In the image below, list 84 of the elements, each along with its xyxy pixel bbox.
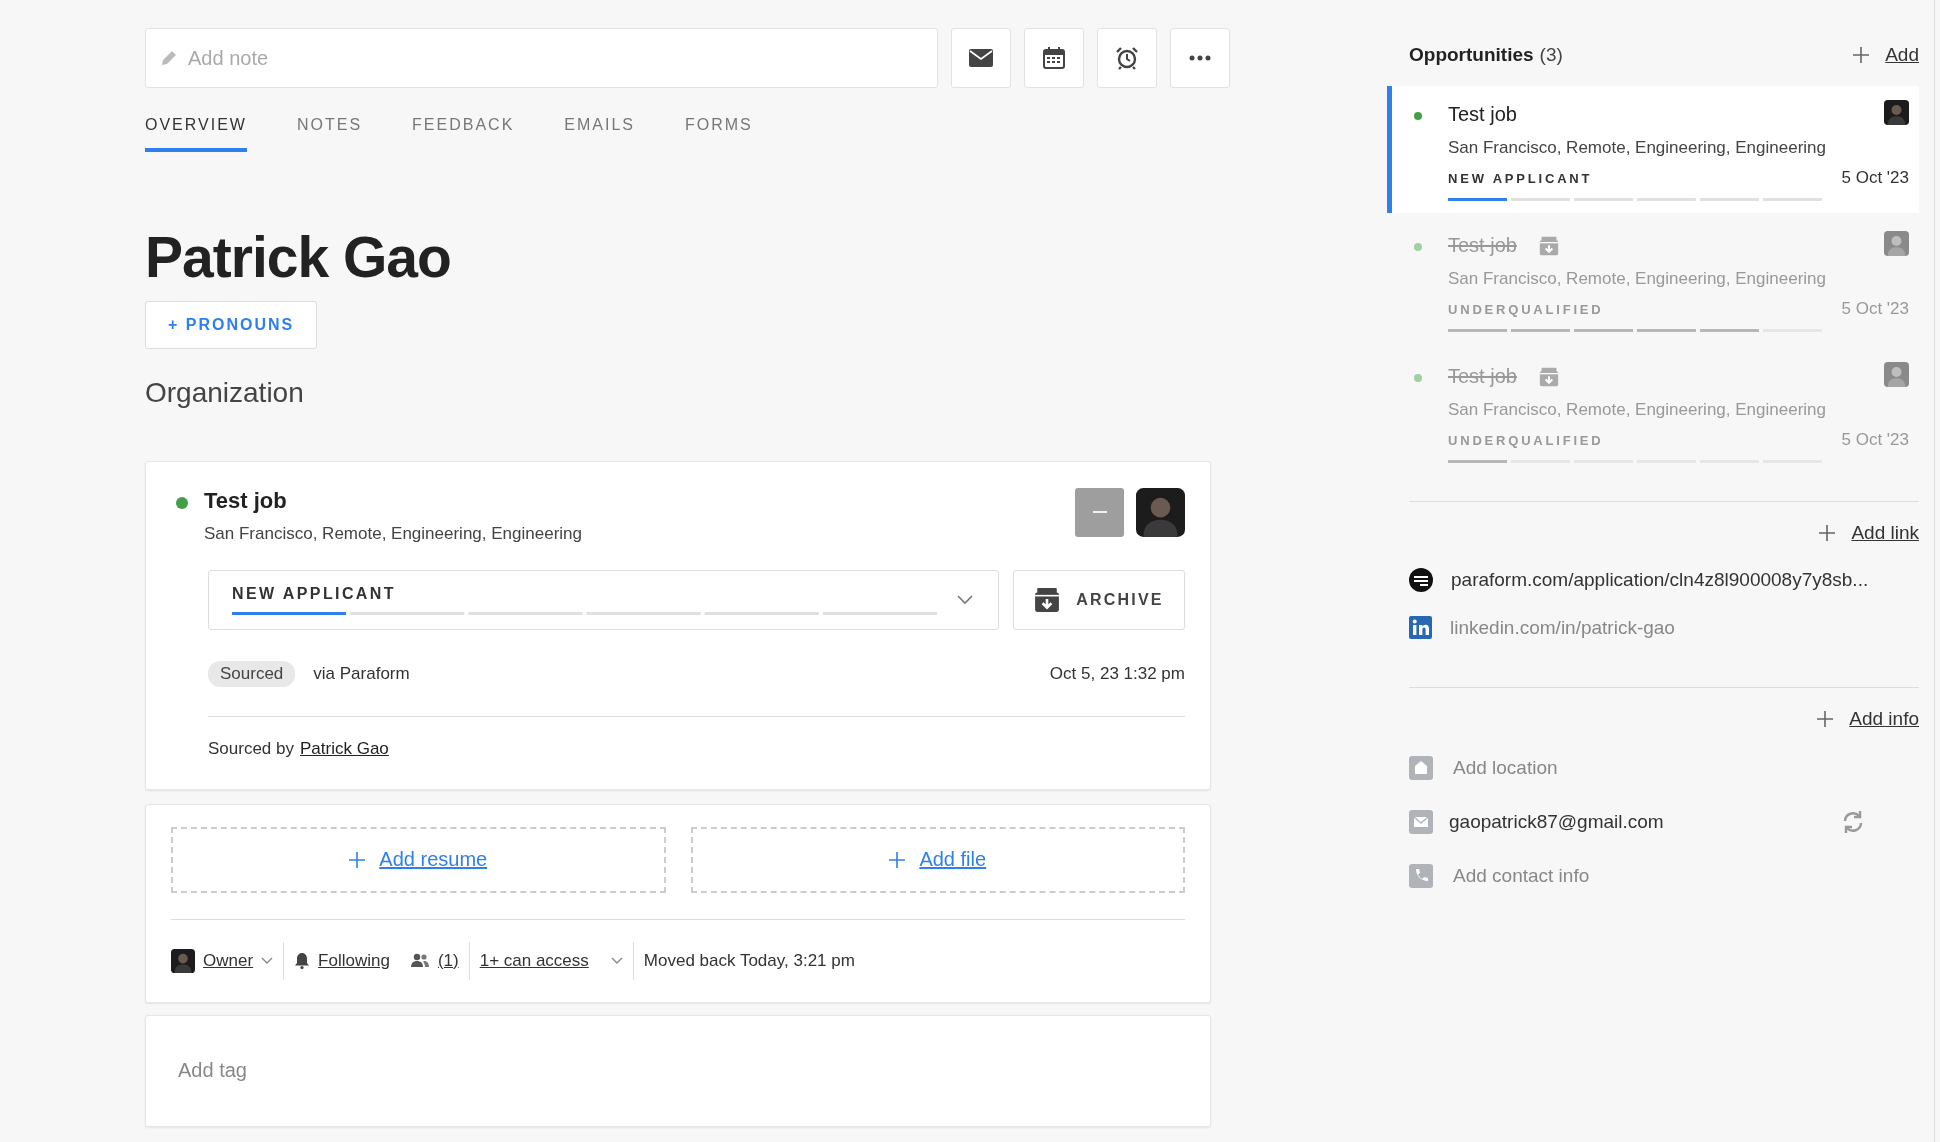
sourced-by-label: Sourced by — [208, 738, 294, 759]
archive-box-icon — [1538, 366, 1559, 387]
add-resume-link[interactable]: Add resume — [379, 848, 488, 872]
opportunity-date: 5 Oct '23 — [1841, 168, 1909, 188]
opportunities-count: (3) — [1539, 44, 1563, 66]
note-field[interactable]: Add note — [145, 28, 938, 88]
avatar-photo — [171, 948, 195, 973]
opportunity-stage: UNDERQUALIFIED — [1448, 302, 1604, 317]
status-dot — [1414, 374, 1422, 382]
bell-icon — [294, 952, 311, 970]
archive-button[interactable]: ARCHIVE — [1013, 569, 1185, 630]
opportunity-stage: UNDERQUALIFIED — [1448, 433, 1604, 448]
followers-count[interactable]: (1) — [437, 950, 459, 971]
mail-icon — [969, 49, 993, 67]
plus-icon — [1819, 525, 1836, 541]
alarm-clock-icon — [1115, 46, 1139, 70]
opportunity-date: 5 Oct '23 — [1841, 299, 1909, 319]
pronouns-button[interactable]: + PRONOUNS — [145, 300, 318, 349]
applied-date: Oct 5, 23 1:32 pm — [1049, 663, 1185, 684]
status-dot — [1414, 243, 1422, 251]
add-opportunity-link[interactable]: Add — [1885, 44, 1919, 66]
following-link[interactable]: Following — [318, 950, 390, 971]
opportunities-title: Opportunities — [1409, 44, 1534, 66]
plus-icon — [1817, 711, 1834, 727]
plus-icon — [1853, 47, 1870, 63]
chevron-down-icon — [610, 956, 623, 965]
opportunity-location: San Francisco, Remote, Engineering, Engineering — [1448, 400, 1827, 420]
avatar-photo — [1884, 231, 1909, 256]
chevron-down-icon — [957, 594, 973, 605]
square-logo-icon — [1409, 616, 1432, 639]
pencil-icon — [159, 48, 179, 68]
opportunity-date: 5 Oct '23 — [1841, 430, 1909, 450]
status-dot — [176, 496, 188, 509]
avatar-photo — [1884, 362, 1909, 387]
file-drop-zone[interactable]: Add file — [690, 826, 1185, 893]
source-text: via Paraform — [313, 663, 410, 684]
email-button[interactable] — [951, 28, 1011, 88]
avatar-photo — [1136, 487, 1185, 537]
people-icon — [409, 953, 430, 969]
job-title: Test job — [204, 487, 288, 514]
chevron-down-icon — [261, 956, 274, 965]
tab[interactable]: EMAILS — [564, 116, 635, 152]
tab[interactable]: FORMS — [685, 116, 753, 152]
avatar-photo — [1884, 100, 1909, 125]
tab[interactable]: OVERVIEW — [145, 116, 247, 152]
plus-icon — [889, 851, 906, 868]
opportunity-title: Test job — [1448, 234, 1517, 257]
moved-status: Moved back Today, 3:21 pm — [643, 950, 855, 971]
archive-box-icon — [1034, 586, 1061, 613]
add-file-link[interactable]: Add file — [919, 848, 987, 872]
status-dot — [1414, 112, 1422, 120]
phone-icon — [1409, 864, 1433, 888]
organization-label: Organization — [145, 376, 305, 409]
access-dropdown[interactable]: 1+ can access — [479, 950, 589, 971]
refresh-icon[interactable] — [1841, 810, 1865, 834]
calendar-icon — [1043, 47, 1065, 69]
opportunity-stage: NEW APPLICANT — [1448, 171, 1593, 186]
tab[interactable]: NOTES — [296, 116, 363, 152]
calendar-button[interactable] — [1024, 28, 1084, 88]
opportunity-location: San Francisco, Remote, Engineering, Engineering — [1448, 269, 1827, 289]
add-link-link[interactable]: Add link — [1851, 522, 1919, 544]
avatar-placeholder — [1075, 487, 1124, 537]
add-info-link[interactable]: Add info — [1849, 708, 1919, 730]
reminder-button[interactable] — [1097, 28, 1157, 88]
candidate-name: Patrick Gao — [145, 226, 452, 289]
archive-box-icon — [1538, 235, 1559, 256]
job-location: San Francisco, Remote, Engineering, Engineering — [204, 523, 582, 544]
round-logo-icon — [1409, 568, 1433, 592]
opportunity-title: Test job — [1448, 103, 1517, 126]
location-icon — [1409, 756, 1433, 780]
resume-drop-zone[interactable]: Add resume — [171, 826, 666, 893]
opportunity-item[interactable]: Test job San Francisco, Remote, Engineering, Engineering NEW APPLICANT 5 Oct '23 — [1387, 86, 1919, 213]
tab[interactable]: FEEDBACK — [412, 116, 515, 152]
profile-link[interactable]: paraform.com/application/cln4z8l900008y7y8sb... — [1451, 569, 1869, 591]
email-icon — [1409, 810, 1433, 834]
owner-dropdown[interactable]: Owner — [203, 950, 254, 971]
opportunity-location: San Francisco, Remote, Engineering, Engineering — [1448, 138, 1827, 158]
opportunity-title: Test job — [1448, 365, 1517, 388]
more-icon — [1189, 55, 1211, 61]
stage-dropdown[interactable]: NEW APPLICANT — [208, 569, 999, 630]
plus-icon — [349, 851, 366, 868]
contact-value[interactable]: gaopatrick87@gmail.com — [1449, 811, 1664, 833]
source-tag: Sourced — [208, 660, 296, 687]
sourcer-link[interactable]: Patrick Gao — [300, 738, 389, 759]
